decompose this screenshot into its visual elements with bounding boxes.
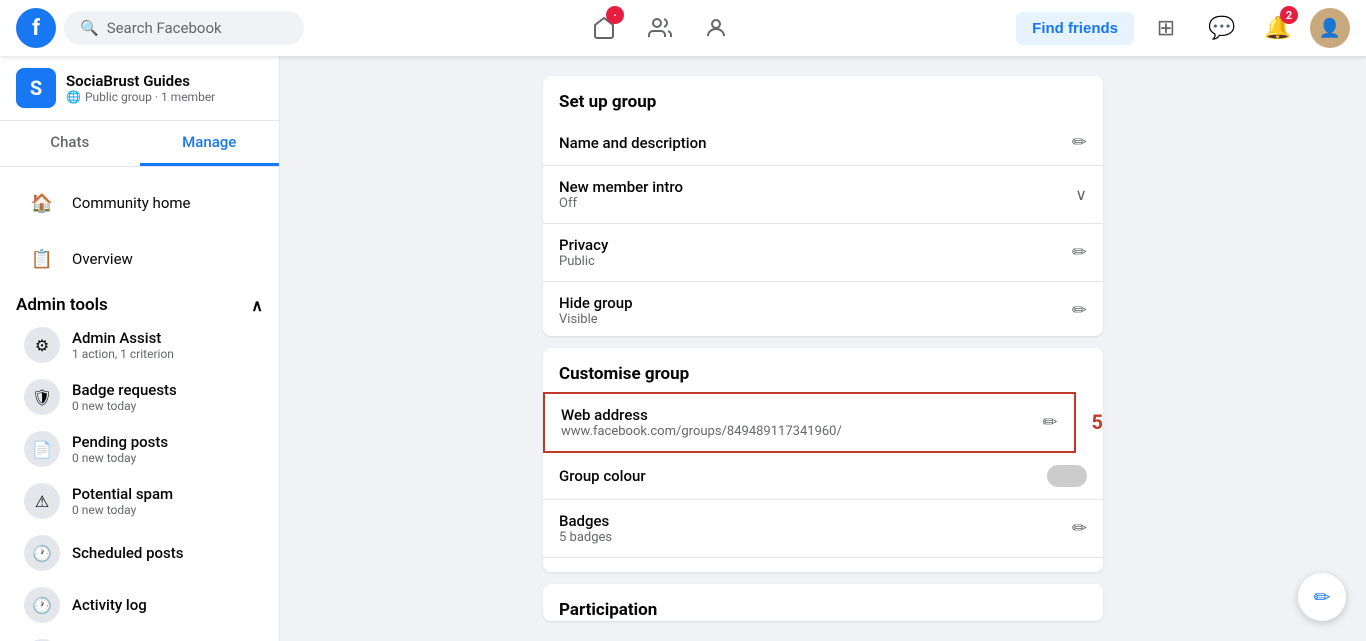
privacy-item[interactable]: Privacy Public ✏ — [543, 224, 1103, 282]
web-address-row-wrapper: Web address www.facebook.com/groups/8494… — [543, 392, 1103, 453]
hide-group-item[interactable]: Hide group Visible ✏ — [543, 282, 1103, 336]
admin-item-content: Admin Assist 1 action, 1 criterion — [72, 329, 174, 361]
set-up-group-card: Set up group Name and description ✏ New … — [543, 76, 1103, 336]
pending-posts-icon: 📄 — [24, 431, 60, 467]
admin-item-content: Scheduled posts — [72, 544, 184, 562]
friends-nav-btn[interactable] — [636, 4, 684, 52]
web-address-item[interactable]: Web address www.facebook.com/groups/8494… — [543, 392, 1076, 453]
group-name: SociaBrust Guides — [66, 72, 215, 90]
badges-item[interactable]: Badges 5 badges ✏ — [543, 500, 1103, 558]
admin-item-scheduled-posts[interactable]: 🕐 Scheduled posts — [8, 527, 271, 579]
participation-title: Participation — [543, 584, 1103, 621]
badge-icon: 🛡 — [24, 379, 60, 415]
navbar-right: Find friends ⊞ 💬 🔔 2 👤 — [1016, 4, 1350, 52]
find-friends-button[interactable]: Find friends — [1016, 12, 1134, 45]
globe-icon: 🌐 — [66, 90, 81, 104]
notification-count: 2 — [1280, 6, 1298, 24]
sidebar-tabs: Chats Manage — [0, 121, 279, 167]
facebook-logo[interactable]: f — [16, 8, 56, 48]
group-colour-item[interactable]: Group colour — [543, 453, 1103, 500]
navbar-center: · — [580, 4, 740, 52]
sidebar-item-label: Community home — [72, 194, 190, 212]
new-member-intro-item[interactable]: New member intro Off ∨ — [543, 166, 1103, 224]
step-badge: 5 — [1092, 410, 1103, 434]
edit-icon: ✏ — [1072, 518, 1087, 539]
admin-item-group-rules[interactable]: 📜 Group rules — [8, 631, 271, 641]
chevron-up-icon: ∧ — [251, 296, 263, 315]
admin-tools-section: Admin tools ∧ — [0, 287, 279, 319]
profile-nav-btn[interactable] — [692, 4, 740, 52]
customise-group-title: Customise group — [543, 348, 1103, 392]
customise-group-card: Customise group Web address www.facebook… — [543, 348, 1103, 572]
participation-card: Participation — [543, 584, 1103, 621]
admin-item-content: Badge requests 0 new today — [72, 381, 177, 413]
admin-item-content: Activity log — [72, 596, 147, 614]
sidebar-item-community-home[interactable]: 🏠 Community home — [8, 175, 271, 231]
activity-icon: 🕐 — [24, 587, 60, 623]
admin-assist-icon: ⚙ — [24, 327, 60, 363]
sidebar-nav: 🏠 Community home 📋 Overview Admin tools … — [0, 167, 279, 641]
navbar-left: f 🔍 Search Facebook — [16, 8, 304, 48]
overview-icon: 📋 — [24, 241, 60, 277]
edit-icon: ✏ — [1042, 412, 1057, 433]
main-layout: S SociaBrust Guides 🌐 Public group · 1 m… — [0, 0, 1366, 641]
tab-chats[interactable]: Chats — [0, 121, 140, 166]
set-up-group-title: Set up group — [543, 76, 1103, 120]
edit-icon: ✏ — [1072, 242, 1087, 263]
group-affiliation-item[interactable]: Group affiliation No affiliation ✏ — [543, 558, 1103, 572]
scheduled-icon: 🕐 — [24, 535, 60, 571]
group-colour-toggle[interactable] — [1047, 465, 1087, 487]
edit-icon: ✏ — [1072, 132, 1087, 153]
compose-button[interactable]: ✏ — [1298, 573, 1346, 621]
chevron-down-icon: ∨ — [1075, 185, 1087, 204]
edit-icon: ✏ — [1072, 300, 1087, 321]
group-meta: 🌐 Public group · 1 member — [66, 90, 215, 104]
home-icon: 🏠 — [24, 185, 60, 221]
content-inner: Set up group Name and description ✏ New … — [543, 76, 1103, 621]
sidebar: S SociaBrust Guides 🌐 Public group · 1 m… — [0, 56, 280, 641]
admin-item-content: Potential spam 0 new today — [72, 485, 173, 517]
grid-nav-btn[interactable]: ⊞ — [1142, 4, 1190, 52]
avatar[interactable]: 👤 — [1310, 8, 1350, 48]
admin-item-potential-spam[interactable]: ⚠ Potential spam 0 new today — [8, 475, 271, 527]
messenger-nav-btn[interactable]: 💬 — [1198, 4, 1246, 52]
search-bar[interactable]: 🔍 Search Facebook — [64, 11, 304, 45]
group-header: S SociaBrust Guides 🌐 Public group · 1 m… — [0, 56, 279, 121]
group-info: SociaBrust Guides 🌐 Public group · 1 mem… — [66, 72, 215, 104]
admin-item-admin-assist[interactable]: ⚙ Admin Assist 1 action, 1 criterion — [8, 319, 271, 371]
home-badge: · — [606, 6, 624, 24]
admin-item-activity-log[interactable]: 🕐 Activity log — [8, 579, 271, 631]
notifications-nav-btn[interactable]: 🔔 2 — [1254, 4, 1302, 52]
group-avatar: S — [16, 68, 56, 108]
navbar: f 🔍 Search Facebook · Find friends ⊞ 💬 🔔… — [0, 0, 1366, 56]
admin-item-pending-posts[interactable]: 📄 Pending posts 0 new today — [8, 423, 271, 475]
sidebar-item-overview[interactable]: 📋 Overview — [8, 231, 271, 287]
sidebar-item-label: Overview — [72, 250, 133, 268]
admin-item-badge-requests[interactable]: 🛡 Badge requests 0 new today — [8, 371, 271, 423]
name-description-item[interactable]: Name and description ✏ — [543, 120, 1103, 166]
content-area: Set up group Name and description ✏ New … — [280, 56, 1366, 641]
search-placeholder: Search Facebook — [107, 19, 222, 37]
home-nav-btn[interactable]: · — [580, 4, 628, 52]
search-icon: 🔍 — [80, 19, 99, 37]
tab-manage[interactable]: Manage — [140, 121, 280, 166]
admin-item-content: Pending posts 0 new today — [72, 433, 168, 465]
spam-icon: ⚠ — [24, 483, 60, 519]
